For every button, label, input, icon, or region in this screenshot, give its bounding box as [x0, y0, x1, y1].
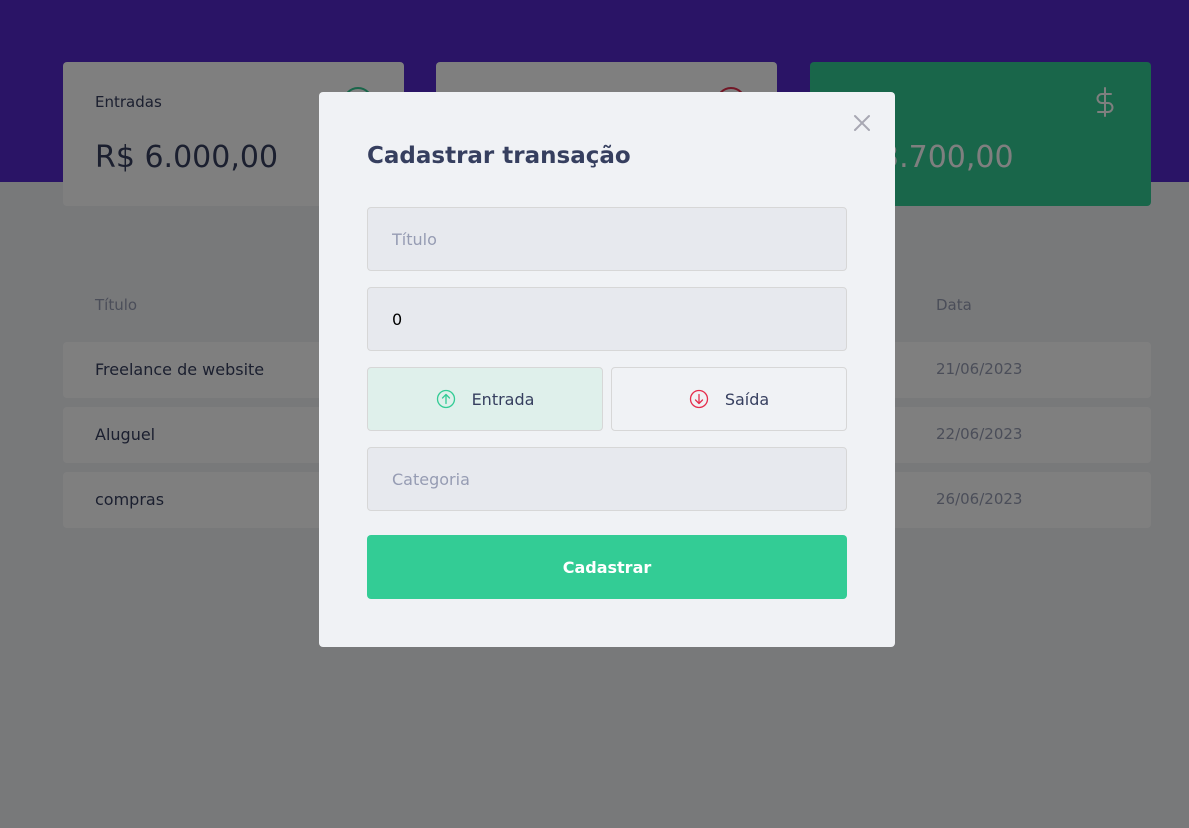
close-icon[interactable] — [851, 112, 873, 134]
arrow-down-circle-icon — [689, 389, 708, 409]
modal-title: Cadastrar transação — [367, 143, 631, 169]
income-type-label: Entrada — [471, 389, 535, 409]
outcome-type-label: Saída — [724, 389, 770, 409]
outcome-type-button[interactable]: Saída — [611, 367, 847, 431]
income-type-button[interactable]: Entrada — [367, 367, 603, 431]
category-input[interactable] — [367, 447, 847, 511]
submit-button[interactable]: Cadastrar — [367, 535, 847, 599]
arrow-up-circle-icon — [436, 389, 455, 409]
new-transaction-modal: Cadastrar transação Entrada Saída Cadast… — [319, 92, 895, 647]
title-input[interactable] — [367, 207, 847, 271]
amount-input[interactable] — [367, 287, 847, 351]
